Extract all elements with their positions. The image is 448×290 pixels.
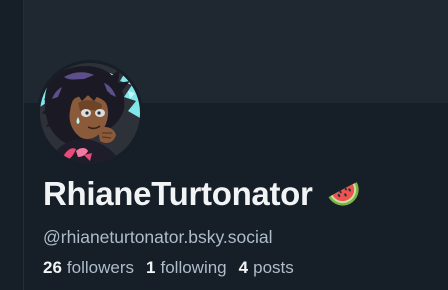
posts-stat: 4 posts bbox=[239, 256, 294, 280]
posts-label: posts bbox=[253, 258, 294, 277]
profile-stats: 26 followers 1 following 4 posts bbox=[43, 256, 306, 280]
avatar-illustration bbox=[40, 63, 140, 163]
avatar[interactable] bbox=[37, 60, 143, 166]
watermelon-icon bbox=[326, 175, 364, 213]
posts-count: 4 bbox=[238, 258, 249, 277]
followers-link[interactable]: 26 followers bbox=[43, 256, 134, 280]
followers-label: followers bbox=[66, 258, 135, 277]
display-name-row: RhianeTurtonator bbox=[43, 174, 364, 214]
following-count: 1 bbox=[146, 258, 156, 277]
left-rail bbox=[0, 0, 24, 290]
profile-page: RhianeTurtonator @rhianeturtonator.bsky.… bbox=[0, 0, 448, 290]
followers-count: 26 bbox=[43, 258, 62, 277]
following-label: following bbox=[160, 258, 227, 277]
following-link[interactable]: 1 following bbox=[146, 256, 227, 280]
profile-handle: @rhianeturtonator.bsky.social bbox=[43, 227, 273, 247]
display-name: RhianeTurtonator bbox=[43, 175, 313, 212]
